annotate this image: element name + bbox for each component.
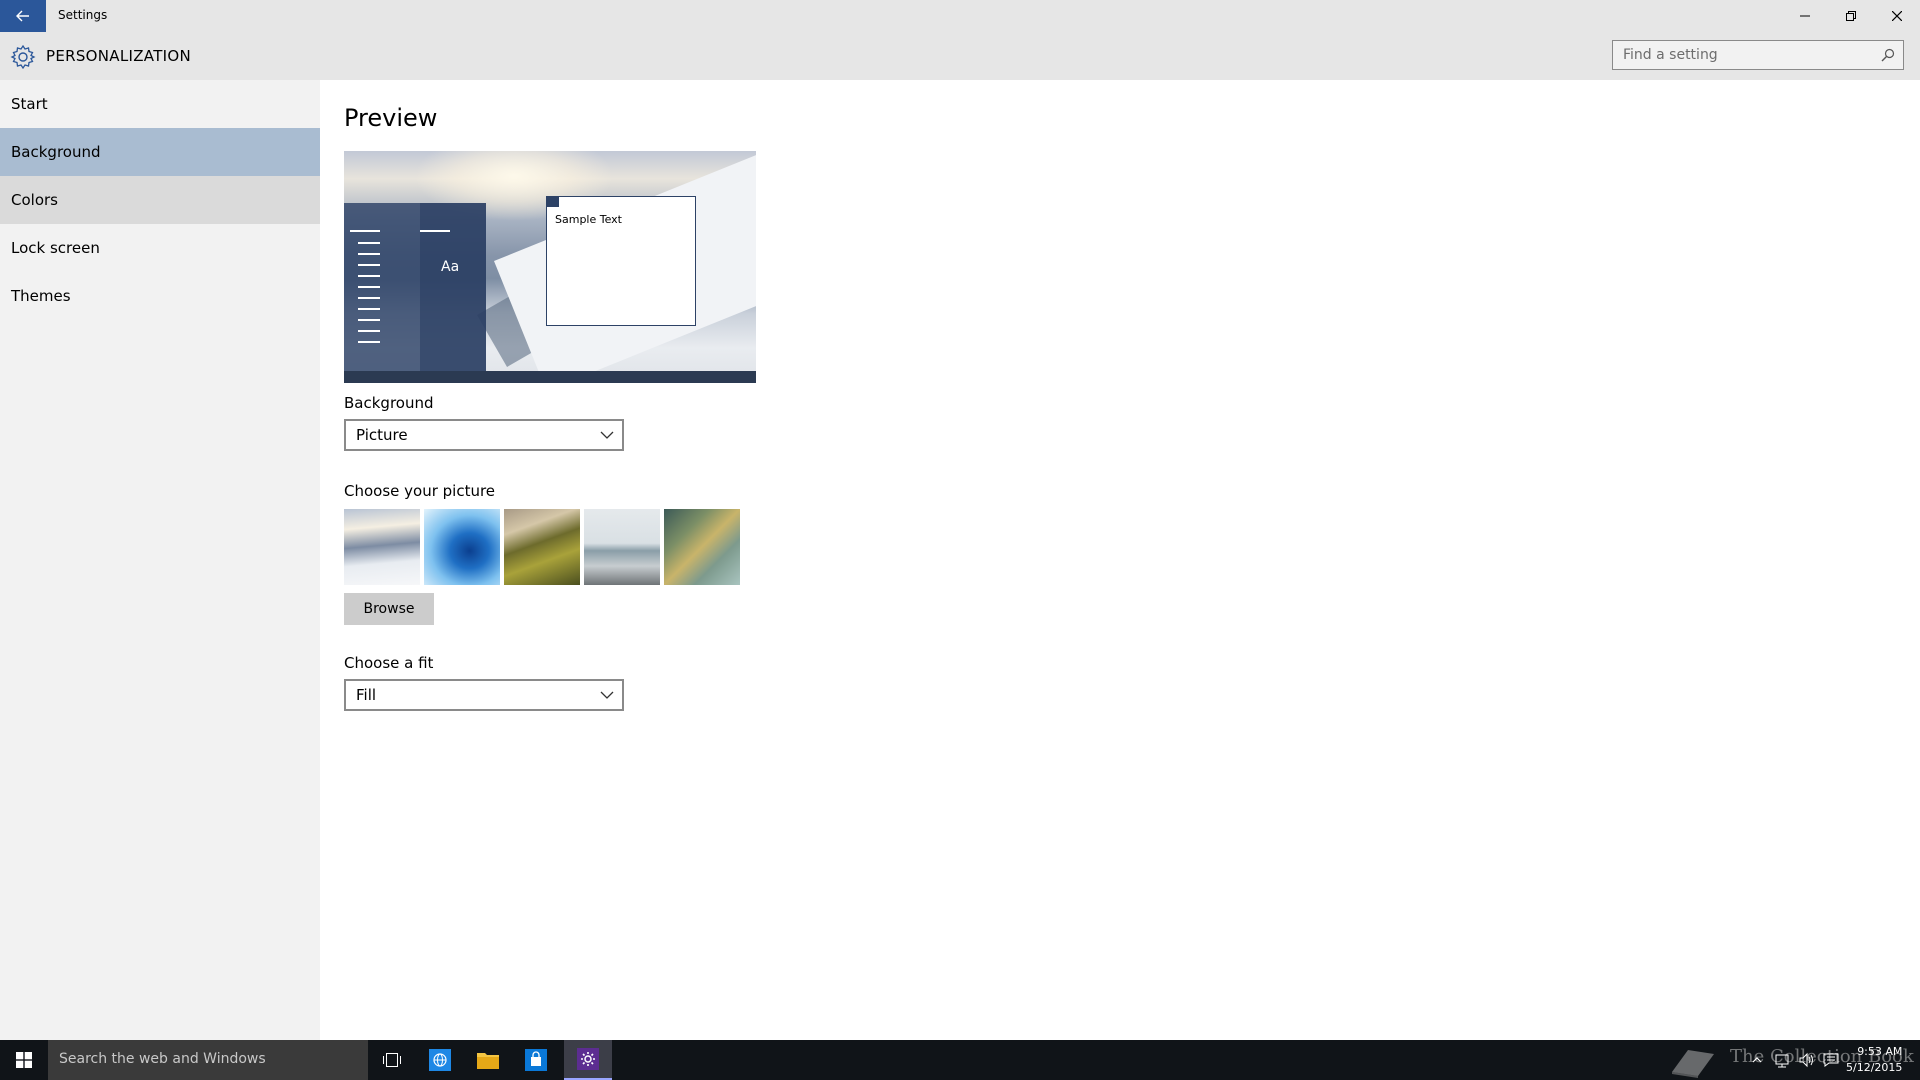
preview-tile-area [420,203,486,371]
choose-picture-label: Choose your picture [344,482,496,500]
window-title: Settings [58,8,108,22]
sidebar-item-themes[interactable]: Themes [0,272,320,320]
search-icon[interactable] [1881,48,1895,62]
taskbar-file-explorer-button[interactable] [464,1040,512,1080]
preview-menu-line [358,253,380,255]
preview-menu-line [350,230,380,232]
picture-thumbnail-3[interactable] [504,509,580,585]
action-center-icon[interactable] [1822,1052,1840,1068]
preview-menu-line [358,286,380,288]
background-dropdown-value: Picture [356,426,408,444]
preview-taskbar [344,371,756,383]
fit-dropdown-value: Fill [356,686,377,704]
chevron-down-icon [600,431,614,439]
background-label: Background [344,394,434,412]
main-content: Preview Aa Sample Text Background Pictur… [320,80,1920,1040]
close-button[interactable] [1874,0,1920,32]
store-bag-icon [525,1049,547,1071]
background-preview: Aa Sample Text [344,151,756,383]
sidebar-item-colors[interactable]: Colors [0,176,320,224]
taskbar-browser-button[interactable] [416,1040,464,1080]
preview-tile-text: Aa [441,259,460,275]
picture-thumbnail-5[interactable] [664,509,740,585]
taskbar: Search the web and Windows The Collectio… [0,1040,1920,1080]
restore-button[interactable] [1828,0,1874,32]
back-button[interactable] [0,0,46,32]
sidebar: Start Background Colors Lock screen Them… [0,80,320,1040]
show-hidden-icons-icon[interactable] [1748,1052,1766,1068]
globe-icon [429,1049,451,1071]
clock-date: 5/12/2015 [1846,1061,1903,1074]
preview-sample-window: Sample Text [546,196,696,326]
folder-icon [477,1053,499,1069]
find-setting-box[interactable] [1612,40,1904,70]
clock-time: 9:53 AM [1857,1045,1903,1058]
picture-thumbnail-2[interactable] [424,509,500,585]
sidebar-item-background[interactable]: Background [0,128,320,176]
preview-heading: Preview [344,104,438,132]
start-button[interactable] [0,1040,48,1080]
page-title: PERSONALIZATION [46,47,192,65]
restore-icon [1846,11,1856,21]
sidebar-item-lock-screen[interactable]: Lock screen [0,224,320,272]
fit-label: Choose a fit [344,654,434,672]
fit-dropdown[interactable]: Fill [344,679,624,711]
sidebar-item-start[interactable]: Start [0,80,320,128]
taskbar-search-text: Search the web and Windows [59,1051,266,1067]
chevron-down-icon [600,691,614,699]
windows-logo-icon [16,1052,32,1068]
preview-menu-line [358,297,380,299]
network-icon[interactable] [1774,1052,1792,1068]
gear-icon [10,44,36,70]
back-arrow-icon [16,10,29,22]
page-header: PERSONALIZATION [0,32,1920,80]
preview-menu-line [358,330,380,332]
preview-menu-line [358,242,380,244]
preview-menu-line [358,341,380,343]
minimize-button[interactable] [1782,0,1828,32]
browse-button[interactable]: Browse [344,593,434,625]
settings-gear-icon [577,1048,599,1070]
watermark-book-icon [1672,1050,1714,1078]
picture-thumbnail-4[interactable] [584,509,660,585]
preview-menu-line [358,319,380,321]
preview-window-accent [547,197,559,207]
volume-icon[interactable] [1798,1052,1816,1068]
taskbar-store-button[interactable] [512,1040,560,1080]
minimize-icon [1800,15,1810,17]
search-input[interactable] [1613,41,1873,69]
picture-thumbnail-1[interactable] [344,509,420,585]
preview-menu-line [358,275,380,277]
taskbar-settings-button[interactable] [564,1040,612,1080]
system-clock[interactable]: 9:53 AM 5/12/2015 [1846,1044,1902,1076]
preview-menu-line [358,264,380,266]
task-view-icon [383,1053,401,1067]
close-icon [1892,11,1902,21]
background-dropdown[interactable]: Picture [344,419,624,451]
taskbar-search-box[interactable]: Search the web and Windows [48,1040,368,1080]
preview-menu-line [420,230,450,232]
preview-sample-text: Sample Text [555,213,622,226]
title-bar: Settings [0,0,1920,32]
preview-menu-line [358,308,380,310]
task-view-button[interactable] [368,1040,416,1080]
